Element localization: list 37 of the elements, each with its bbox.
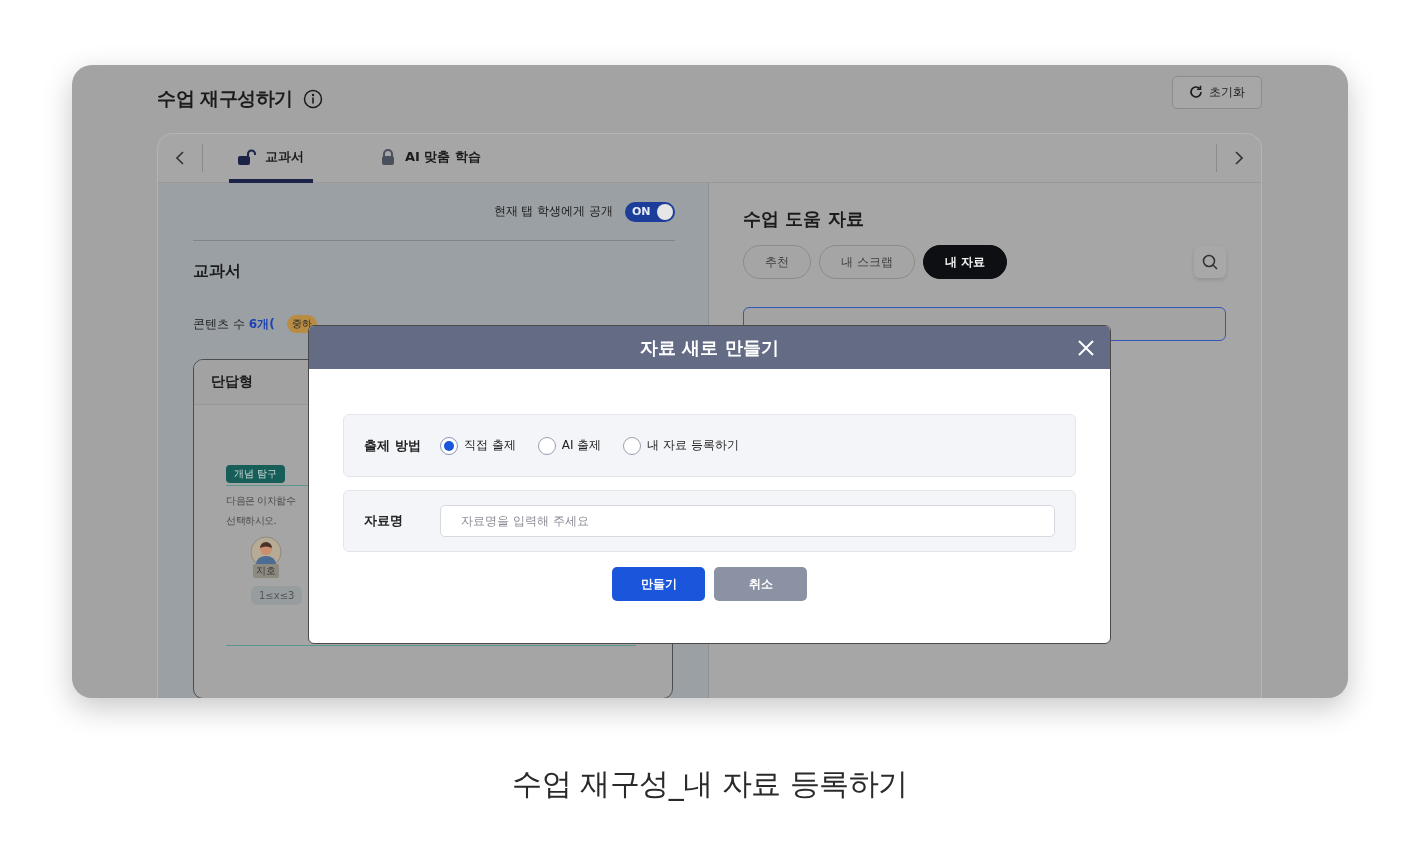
radio-button[interactable] [537,436,556,455]
refresh-icon [1189,85,1203,99]
radio-option[interactable]: 내 자료 등록하기 [623,436,740,455]
search-button[interactable] [1194,246,1226,278]
content-count-label: 콘텐츠 수 [193,315,245,333]
question-text: 다음은 이차함수 [226,494,296,508]
field-label: 자료명 [364,512,404,530]
section-heading: 수업 도움 자료 [743,207,865,231]
radio-option[interactable]: 직접 출제 [440,436,516,455]
filter-chip[interactable]: 내 자료 [922,245,1007,279]
toggle-switch[interactable]: ON [625,201,675,222]
concept-tag: 개념 탐구 [226,465,286,483]
filter-chip[interactable]: 추천 [743,245,811,279]
page-title: 수업 재구성하기 [157,86,293,111]
close-icon [1076,338,1096,358]
answer-chip: 1≤x≤3 [251,586,303,605]
filter-chip[interactable]: 내 스크랩 [819,245,915,279]
radio-button[interactable] [440,436,458,455]
dialog-title: 자료 새로 만들기 [640,335,779,360]
close-button[interactable] [1076,338,1096,358]
reset-button[interactable]: 초기화 [1172,75,1262,109]
caption: 수업 재구성_내 자료 등록하기 [512,766,908,801]
question-text: 선택하시오. [226,514,277,528]
section-heading: 교과서 [193,261,242,281]
radio-option[interactable]: AI 출제 [537,436,602,455]
info-icon[interactable] [302,89,323,109]
visibility-label: 현재 탭 학생에게 공개 [493,203,613,220]
content-count: 6개( [248,315,275,333]
search-icon [1202,254,1218,270]
tab[interactable]: AI 맞춤 학습 [371,134,490,183]
chevron-left-icon [176,151,184,165]
avatar-name: 지호 [253,564,279,578]
chevron-right-icon [1235,151,1243,165]
field-label: 출제 방법 [364,436,422,455]
level-badge: 중하 [286,315,317,333]
radio-button[interactable] [623,436,642,455]
create-button[interactable]: 만들기 [612,567,705,601]
